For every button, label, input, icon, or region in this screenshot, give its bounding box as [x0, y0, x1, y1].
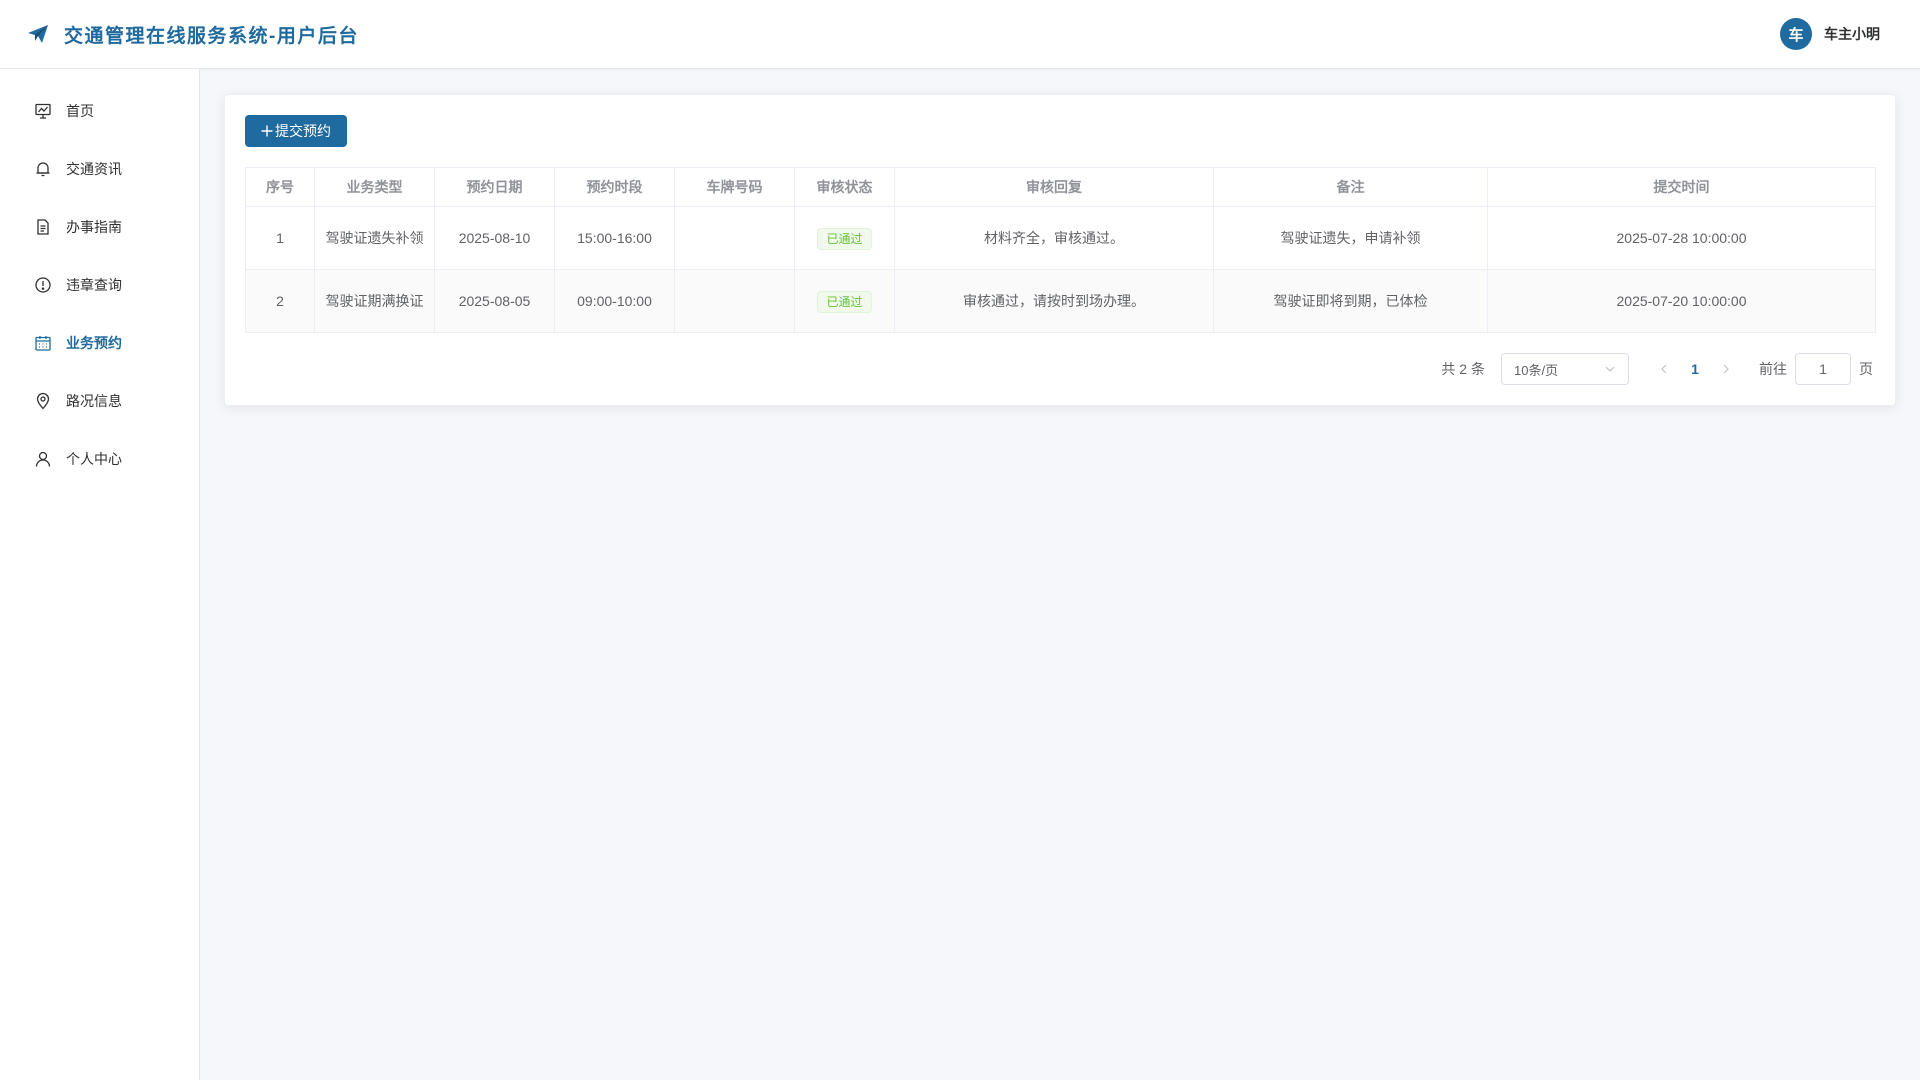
sidebar-item-label: 违章查询	[66, 277, 122, 293]
column-header[interactable]: 车牌号码	[674, 167, 795, 207]
cell-reply: 材料齐全，审核通过。	[894, 206, 1214, 270]
sidebar-item-label: 业务预约	[66, 335, 122, 351]
chevron-left-icon	[1661, 364, 1667, 374]
column-header[interactable]: 提交时间	[1487, 167, 1876, 207]
sidebar-item-home[interactable]: 首页	[0, 82, 199, 140]
user-icon	[35, 451, 51, 467]
sidebar-item-label: 路况信息	[66, 393, 122, 409]
sidebar-item-appointment[interactable]: 业务预约	[0, 314, 199, 372]
top-header: 交通管理在线服务系统-用户后台 车 车主小明	[0, 0, 1920, 69]
sidebar-item-label: 首页	[66, 103, 94, 119]
cell-slot: 09:00-10:00	[554, 269, 675, 333]
next-page-button[interactable]	[1711, 353, 1741, 385]
cell-date: 2025-08-05	[434, 269, 555, 333]
pagination-total: 共 2 条	[1441, 361, 1485, 377]
sidebar-item-road-conditions[interactable]: 路况信息	[0, 372, 199, 430]
goto-page: 前往 页	[1759, 353, 1873, 385]
sidebar-item-label: 交通资讯	[66, 161, 122, 177]
cell-plate	[674, 269, 795, 333]
brand: 交通管理在线服务系统-用户后台	[26, 21, 359, 48]
cell-reply: 审核通过，请按时到场办理。	[894, 269, 1214, 333]
sidebar: 首页 交通资讯 办事指南 违章查询 业务预约 路况信息 个人中心	[0, 69, 200, 1080]
warning-circle-icon	[35, 277, 51, 293]
table-row[interactable]: 2 驾驶证期满换证 2025-08-05 09:00-10:00 已通过 审核通…	[245, 269, 1876, 333]
column-header[interactable]: 预约时段	[554, 167, 675, 207]
sidebar-item-traffic-news[interactable]: 交通资讯	[0, 140, 199, 198]
column-header[interactable]: 备注	[1213, 167, 1488, 207]
chevron-down-icon	[1605, 366, 1615, 372]
cell-submitted: 2025-07-28 10:00:00	[1487, 206, 1876, 270]
sidebar-item-label: 个人中心	[66, 451, 122, 467]
column-header[interactable]: 序号	[245, 167, 315, 207]
goto-suffix: 页	[1859, 361, 1873, 377]
chevron-right-icon	[1723, 364, 1729, 374]
cell-index: 2	[245, 269, 315, 333]
cell-status: 已通过	[794, 206, 895, 270]
cell-remark: 驾驶证遗失，申请补领	[1213, 206, 1488, 270]
prev-page-button[interactable]	[1649, 353, 1679, 385]
appointment-table: 序号 业务类型 预约日期 预约时段 车牌号码 审核状态 审核回复 备注 提交时间…	[245, 167, 1876, 333]
calendar-icon	[35, 336, 51, 351]
goto-prefix: 前往	[1759, 361, 1787, 377]
table-row[interactable]: 1 驾驶证遗失补领 2025-08-10 15:00-16:00 已通过 材料齐…	[245, 206, 1876, 270]
page-size-value: 10条/页	[1514, 362, 1559, 378]
cell-remark: 驾驶证即将到期，已体检	[1213, 269, 1488, 333]
sidebar-item-label: 办事指南	[66, 219, 122, 235]
avatar[interactable]: 车	[1780, 18, 1812, 50]
appointment-card: 提交预约 序号 业务类型 预约日期 预约时段 车牌号码 审核状态 审核回复 备注…	[224, 94, 1896, 406]
pagination: 共 2 条 10条/页 1 前往 页	[245, 353, 1875, 385]
user-name[interactable]: 车主小明	[1824, 24, 1880, 44]
document-icon	[37, 219, 49, 235]
cell-type: 驾驶证遗失补领	[314, 206, 435, 270]
sidebar-item-profile[interactable]: 个人中心	[0, 430, 199, 488]
bell-icon	[36, 162, 50, 177]
column-header[interactable]: 审核状态	[794, 167, 895, 207]
status-badge: 已通过	[817, 290, 872, 313]
location-pin-icon	[36, 392, 50, 410]
cell-index: 1	[245, 206, 315, 270]
user-menu[interactable]: 车 车主小明	[1780, 18, 1880, 50]
app-title: 交通管理在线服务系统-用户后台	[64, 25, 359, 47]
page-size-select[interactable]: 10条/页	[1501, 353, 1629, 385]
column-header[interactable]: 业务类型	[314, 167, 435, 207]
cell-submitted: 2025-07-20 10:00:00	[1487, 269, 1876, 333]
cell-slot: 15:00-16:00	[554, 206, 675, 270]
plus-icon	[261, 125, 273, 137]
goto-page-input[interactable]	[1795, 353, 1851, 385]
page-number-current[interactable]: 1	[1679, 361, 1711, 377]
column-header[interactable]: 预约日期	[434, 167, 555, 207]
main-content: 提交预约 序号 业务类型 预约日期 预约时段 车牌号码 审核状态 审核回复 备注…	[224, 94, 1896, 406]
cell-type: 驾驶证期满换证	[314, 269, 435, 333]
submit-appointment-label: 提交预约	[275, 123, 331, 139]
table-header-row: 序号 业务类型 预约日期 预约时段 车牌号码 审核状态 审核回复 备注 提交时间	[245, 167, 1876, 207]
sidebar-item-violations[interactable]: 违章查询	[0, 256, 199, 314]
cell-status: 已通过	[794, 269, 895, 333]
column-header[interactable]: 审核回复	[894, 167, 1214, 207]
presentation-chart-icon	[35, 103, 51, 119]
status-badge: 已通过	[817, 227, 872, 250]
cell-plate	[674, 206, 795, 270]
submit-appointment-button[interactable]: 提交预约	[245, 115, 347, 147]
cell-date: 2025-08-10	[434, 206, 555, 270]
paper-plane-icon	[28, 25, 48, 43]
sidebar-item-guide[interactable]: 办事指南	[0, 198, 199, 256]
